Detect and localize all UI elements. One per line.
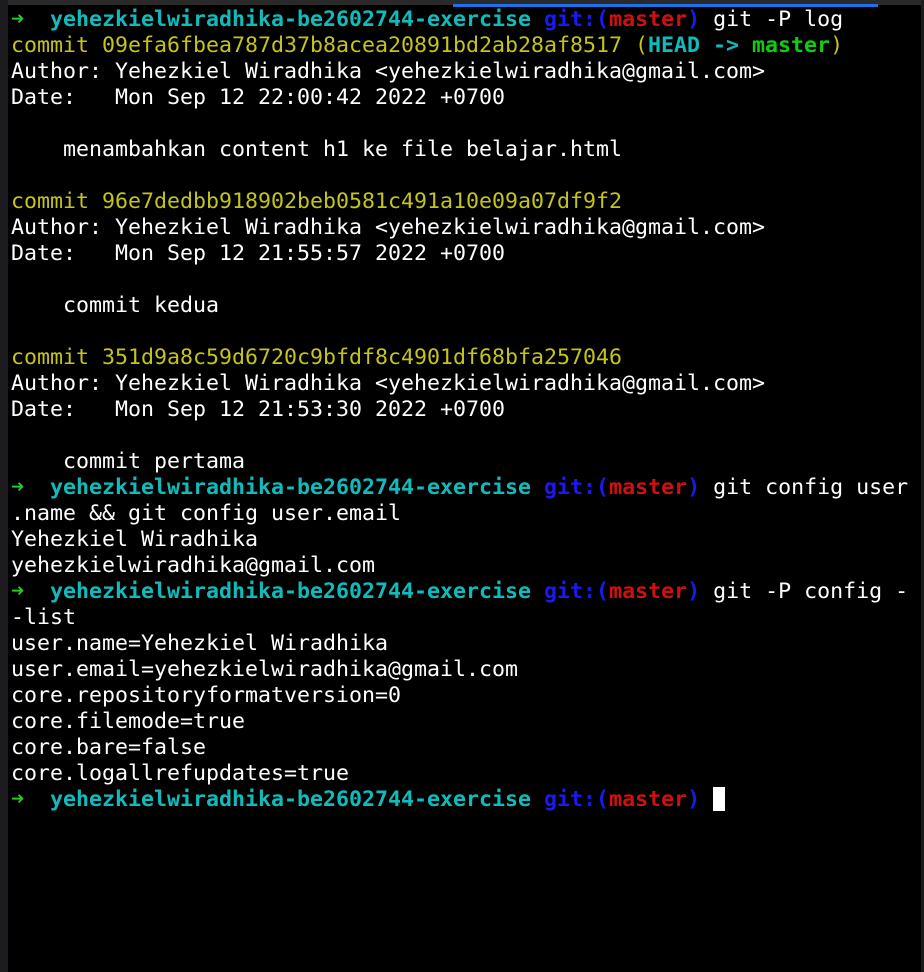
terminal-text-branch: master xyxy=(609,7,688,32)
terminal-text-git: ) xyxy=(687,7,701,32)
terminal-line: commit kedua xyxy=(11,293,908,319)
terminal-text-text: user.name=Yehezkiel Wiradhika xyxy=(11,631,389,656)
terminal-text-dir: yehezkielwiradhika-be2602744-exercise xyxy=(50,579,532,604)
terminal-text-git: git:( xyxy=(531,7,610,32)
terminal-line: Date: Mon Sep 12 21:55:57 2022 +0700 xyxy=(11,241,908,267)
terminal-text-text: yehezkielwiradhika@gmail.com xyxy=(11,553,376,578)
terminal-text-text: core.logallrefupdates=true xyxy=(11,761,350,786)
terminal-text-text: Author: Yehezkiel Wiradhika <yehezkielwi… xyxy=(11,59,766,84)
terminal-text-hash: ) xyxy=(830,33,844,58)
terminal-text-text: Author: Yehezkiel Wiradhika <yehezkielwi… xyxy=(11,371,766,396)
terminal-text-text: commit pertama xyxy=(11,449,246,474)
terminal-text-text: git -P log xyxy=(700,7,844,32)
terminal-text-text: core.bare=false xyxy=(11,735,207,760)
prompt-arrow-icon: ➜ xyxy=(11,579,51,604)
terminal-line: menambahkan content h1 ke file belajar.h… xyxy=(11,137,908,163)
terminal-line: Date: Mon Sep 12 21:53:30 2022 +0700 xyxy=(11,397,908,423)
terminal-text-text: core.filemode=true xyxy=(11,709,246,734)
terminal-line: Author: Yehezkiel Wiradhika <yehezkielwi… xyxy=(11,215,908,241)
terminal-line: commit 351d9a8c59d6720c9bfdf8c4901df68bf… xyxy=(11,345,908,371)
terminal-line: commit 96e7dedbb918902beb0581c491a10e09a… xyxy=(11,189,908,215)
terminal-line: Author: Yehezkiel Wiradhika <yehezkielwi… xyxy=(11,59,908,85)
terminal-cursor xyxy=(713,787,726,811)
terminal-line: Yehezkiel Wiradhika xyxy=(11,527,908,553)
terminal-text-text: .name && git config user.email xyxy=(11,501,402,526)
terminal-text-text: Date: Mon Sep 12 21:53:30 2022 +0700 xyxy=(11,397,506,422)
terminal-text-git: git:( xyxy=(531,475,610,500)
prompt-arrow-icon: ➜ xyxy=(11,787,51,812)
terminal-text-text: -list xyxy=(11,605,77,630)
terminal-line: Author: Yehezkiel Wiradhika <yehezkielwi… xyxy=(11,371,908,397)
terminal-line: commit pertama xyxy=(11,449,908,475)
terminal-line: user.name=Yehezkiel Wiradhika xyxy=(11,631,908,657)
terminal-line: core.bare=false xyxy=(11,735,908,761)
terminal-text-branch: master xyxy=(609,787,688,812)
terminal-text-text: commit kedua xyxy=(11,293,220,318)
terminal-text-text: Yehezkiel Wiradhika xyxy=(11,527,259,552)
prompt-arrow-icon: ➜ xyxy=(11,7,51,32)
terminal-line: ➜ yehezkielwiradhika-be2602744-exercise … xyxy=(11,787,908,813)
terminal-line: Date: Mon Sep 12 22:00:42 2022 +0700 xyxy=(11,85,908,111)
terminal-text-text: menambahkan content h1 ke file belajar.h… xyxy=(11,137,623,162)
terminal-text-git: ) xyxy=(687,787,701,812)
terminal-text-git: git:( xyxy=(531,579,610,604)
terminal-text-text xyxy=(700,787,713,812)
terminal-text-dir: yehezkielwiradhika-be2602744-exercise xyxy=(50,475,532,500)
left-border xyxy=(0,0,8,972)
terminal-text-master: master xyxy=(752,33,831,58)
terminal-text-git: ) xyxy=(687,579,701,604)
terminal-text-text: Date: Mon Sep 12 22:00:42 2022 +0700 xyxy=(11,85,506,110)
terminal-line: ➜ yehezkielwiradhika-be2602744-exercise … xyxy=(11,7,908,33)
terminal-text-text: core.repositoryformatversion=0 xyxy=(11,683,402,708)
prompt-arrow-icon: ➜ xyxy=(11,475,51,500)
terminal-text-git: ) xyxy=(687,475,701,500)
terminal-text-hash: commit 09efa6fbea787d37b8acea20891bd2ab2… xyxy=(11,33,649,58)
terminal-text-hash: commit 96e7dedbb918902beb0581c491a10e09a… xyxy=(11,189,623,214)
terminal-text-head: HEAD -> xyxy=(648,33,753,58)
terminal-text-branch: master xyxy=(609,579,688,604)
terminal-text-text: git config user xyxy=(700,475,909,500)
terminal-text-text: Date: Mon Sep 12 21:55:57 2022 +0700 xyxy=(11,241,506,266)
terminal-line: core.filemode=true xyxy=(11,709,908,735)
terminal-text-text: Author: Yehezkiel Wiradhika <yehezkielwi… xyxy=(11,215,766,240)
terminal-text-text: git -P config - xyxy=(700,579,909,604)
terminal-text-dir: yehezkielwiradhika-be2602744-exercise xyxy=(50,7,532,32)
terminal-line: -list xyxy=(11,605,908,631)
terminal-line: ➜ yehezkielwiradhika-be2602744-exercise … xyxy=(11,579,908,605)
terminal-line: commit 09efa6fbea787d37b8acea20891bd2ab2… xyxy=(11,33,908,59)
terminal-text-hash: commit 351d9a8c59d6720c9bfdf8c4901df68bf… xyxy=(11,345,623,370)
terminal-text-text: user.email=yehezkielwiradhika@gmail.com xyxy=(11,657,519,682)
terminal-text-git: git:( xyxy=(531,787,610,812)
terminal-line: core.repositoryformatversion=0 xyxy=(11,683,908,709)
terminal-line: ➜ yehezkielwiradhika-be2602744-exercise … xyxy=(11,475,908,501)
terminal-line: yehezkielwiradhika@gmail.com xyxy=(11,553,908,579)
terminal-line: core.logallrefupdates=true xyxy=(11,761,908,787)
terminal-line: .name && git config user.email xyxy=(11,501,908,527)
terminal-text-dir: yehezkielwiradhika-be2602744-exercise xyxy=(50,787,532,812)
terminal-text-branch: master xyxy=(609,475,688,500)
terminal-output[interactable]: ➜ yehezkielwiradhika-be2602744-exercise … xyxy=(11,7,908,813)
terminal-line: user.email=yehezkielwiradhika@gmail.com xyxy=(11,657,908,683)
